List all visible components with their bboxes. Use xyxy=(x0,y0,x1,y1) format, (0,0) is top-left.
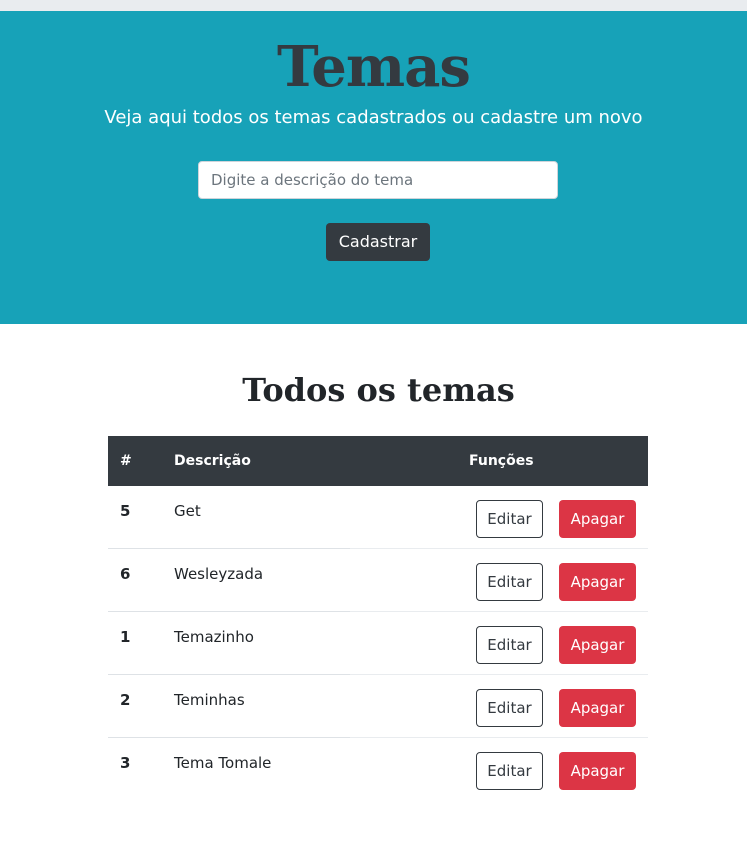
delete-button[interactable]: Apagar xyxy=(559,752,636,790)
row-description: Tema Tomale xyxy=(174,754,272,772)
table-row: 5 Get Editar Apagar xyxy=(108,486,648,549)
page-subtitle: Veja aqui todos os temas cadastrados ou … xyxy=(104,107,643,128)
row-description: Get xyxy=(174,502,201,520)
table-row: 2 Teminhas Editar Apagar xyxy=(108,675,648,738)
row-id: 1 xyxy=(120,628,131,646)
row-id: 2 xyxy=(120,691,131,709)
browser-top-strip xyxy=(0,0,747,11)
table-row: 1 Temazinho Editar Apagar xyxy=(108,612,648,675)
table-row: 6 Wesleyzada Editar Apagar xyxy=(108,549,648,612)
themes-table: # Descrição Funções 5 Get Editar Apagar … xyxy=(108,436,648,801)
column-header-id: # xyxy=(120,453,132,469)
table-row: 3 Tema Tomale Editar Apagar xyxy=(108,738,648,801)
section-title: Todos os temas xyxy=(242,371,515,409)
page-title: Temas xyxy=(277,34,471,100)
delete-button[interactable]: Apagar xyxy=(559,626,636,664)
theme-description-input[interactable] xyxy=(198,161,558,199)
edit-button[interactable]: Editar xyxy=(476,500,543,538)
row-description: Wesleyzada xyxy=(174,565,264,583)
column-header-description: Descrição xyxy=(174,453,251,469)
delete-button[interactable]: Apagar xyxy=(559,500,636,538)
register-button[interactable]: Cadastrar xyxy=(326,223,430,261)
hero-section: Temas Veja aqui todos os temas cadastrad… xyxy=(0,11,747,324)
row-id: 3 xyxy=(120,754,131,772)
table-header: # Descrição Funções xyxy=(108,436,648,486)
edit-button[interactable]: Editar xyxy=(476,752,543,790)
delete-button[interactable]: Apagar xyxy=(559,689,636,727)
delete-button[interactable]: Apagar xyxy=(559,563,636,601)
row-description: Teminhas xyxy=(174,691,245,709)
edit-button[interactable]: Editar xyxy=(476,563,543,601)
column-header-functions: Funções xyxy=(469,453,534,469)
row-description: Temazinho xyxy=(174,628,254,646)
row-id: 5 xyxy=(120,502,131,520)
row-id: 6 xyxy=(120,565,131,583)
edit-button[interactable]: Editar xyxy=(476,626,543,664)
edit-button[interactable]: Editar xyxy=(476,689,543,727)
